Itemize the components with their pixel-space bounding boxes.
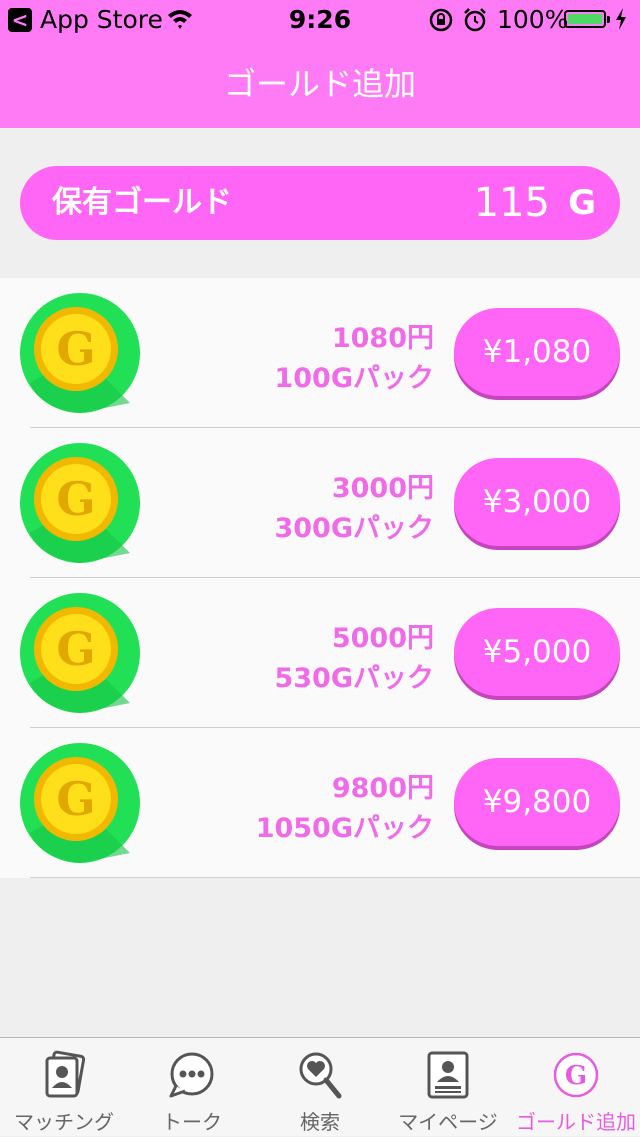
gold-balance-amount: 115 [473,180,550,226]
status-bar: < App Store 9:26 100% [0,0,640,40]
battery-percent: 100% [497,5,569,34]
svg-text:G: G [56,472,95,526]
gold-pack-row: G 1080円 100Gパック ¥1,080 [0,278,640,428]
tab-label: 検索 [300,1110,340,1134]
gold-coin-icon: G [20,593,140,713]
pack-amount-label: 530Gパック [274,663,434,694]
gold-pack-row: G 9800円 1050Gパック ¥9,800 [0,728,640,878]
svg-text:G: G [56,622,95,676]
tab-search[interactable]: 検索 [256,1038,384,1137]
svg-text:G: G [56,772,95,826]
tab-talk[interactable]: トーク [128,1038,256,1137]
svg-text:G: G [56,322,95,376]
row-divider [30,877,640,878]
charging-bolt-icon [614,6,628,38]
pack-amount-label: 1050Gパック [255,813,434,844]
svg-text:G: G [565,1061,587,1091]
tab-matching[interactable]: マッチング [0,1038,128,1137]
gold-coin-tab-icon: G [551,1050,601,1100]
tab-label: トーク [162,1110,222,1134]
buy-pack-button[interactable]: ¥5,000 [454,608,620,696]
chat-bubble-icon [167,1050,217,1100]
gold-unit-badge: G [568,183,596,223]
gold-coin-icon: G [20,743,140,863]
navigation-bar: ゴールド追加 [0,40,640,128]
rotation-lock-icon [428,7,454,39]
tab-bar: マッチング トーク 検索 マイページ G ゴールド追加 [0,1037,640,1136]
gold-coin-icon: G [20,443,140,563]
heart-search-icon [295,1050,345,1100]
gold-pack-row: G 5000円 530Gパック ¥5,000 [0,578,640,728]
pack-price-label: 1080円 [331,323,434,354]
tab-label: マッチング [14,1110,114,1134]
matching-card-icon [39,1050,89,1100]
gold-balance-label: 保有ゴールド [52,185,232,220]
profile-card-icon [423,1050,473,1100]
pack-amount-label: 100Gパック [274,363,434,394]
pack-price-label: 5000円 [331,623,434,654]
buy-pack-button[interactable]: ¥9,800 [454,758,620,846]
buy-pack-button[interactable]: ¥1,080 [454,308,620,396]
battery-icon [564,10,610,28]
tab-mypage[interactable]: マイページ [384,1038,512,1137]
pack-price-label: 9800円 [331,773,434,804]
gold-balance-panel: 保有ゴールド 115 G [20,166,620,240]
tab-label: ゴールド追加 [516,1110,636,1134]
page-title: ゴールド追加 [223,65,416,103]
pack-amount-label: 300Gパック [274,513,434,544]
gold-pack-row: G 3000円 300Gパック ¥3,000 [0,428,640,578]
gold-coin-icon: G [20,293,140,413]
tab-label: マイページ [398,1110,498,1134]
pack-price-label: 3000円 [331,473,434,504]
gold-pack-list: G 1080円 100Gパック ¥1,080 G 3000円 300Gパック ¥… [0,278,640,878]
alarm-icon [462,7,488,39]
buy-pack-button[interactable]: ¥3,000 [454,458,620,546]
tab-gold-add[interactable]: G ゴールド追加 [512,1038,640,1137]
